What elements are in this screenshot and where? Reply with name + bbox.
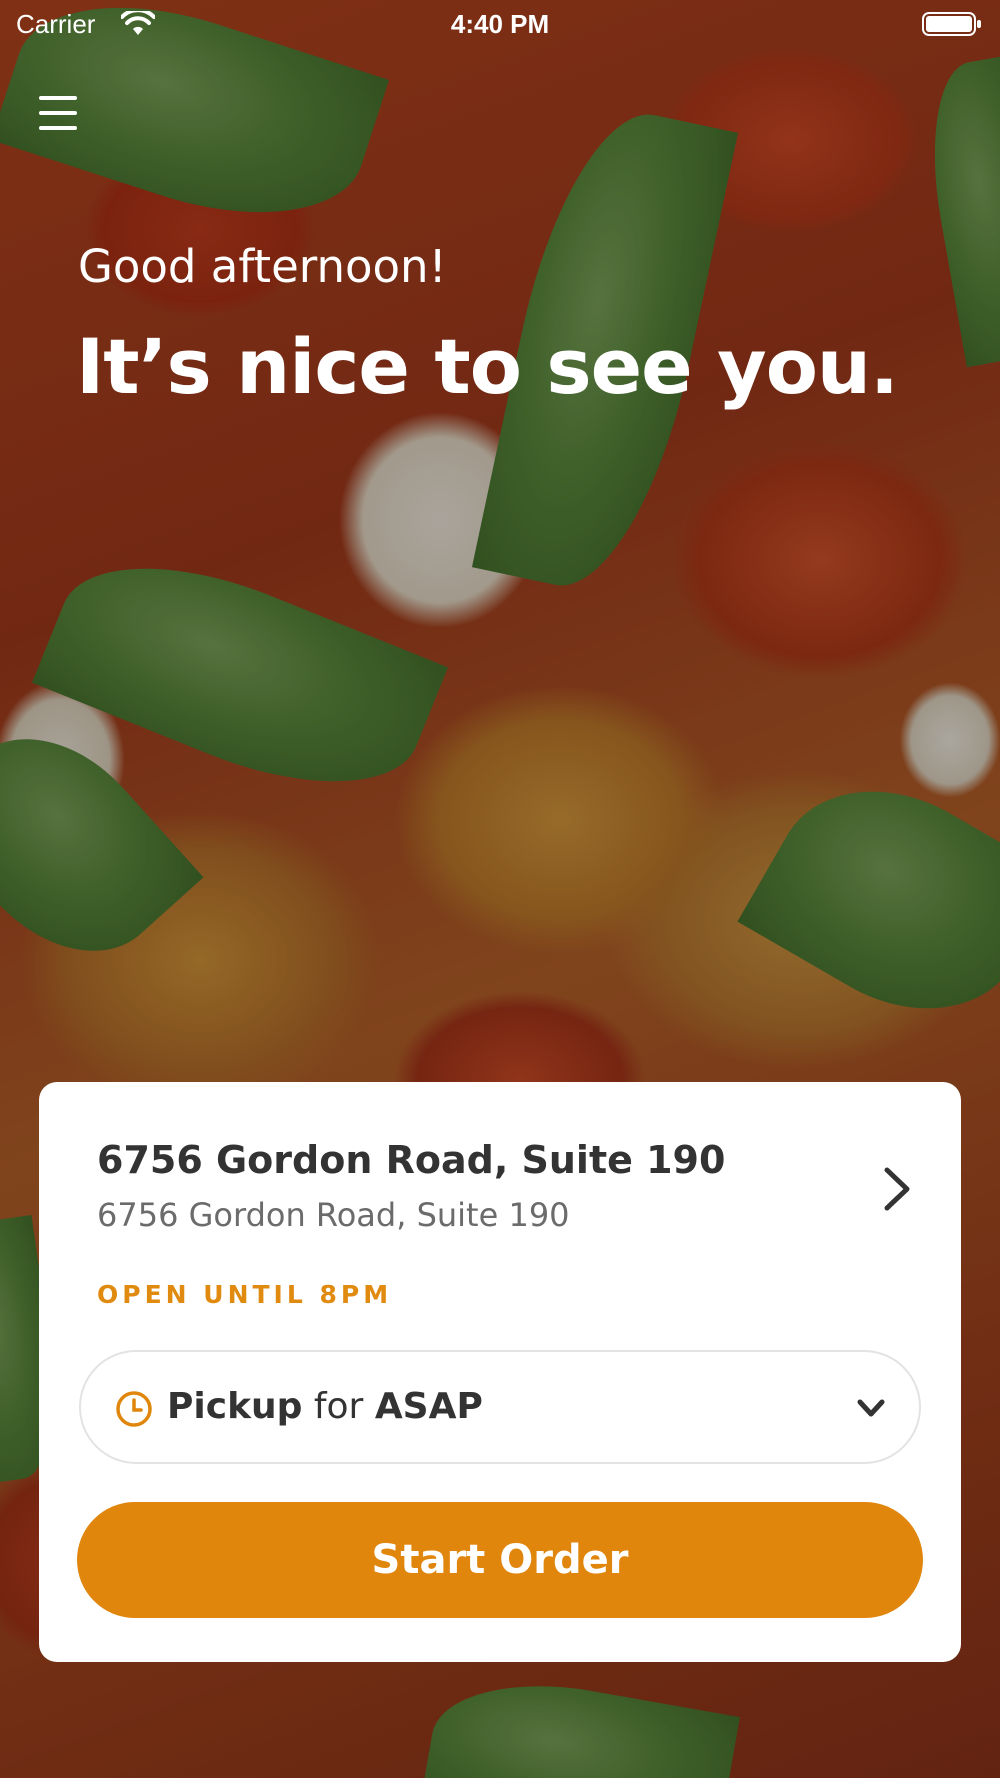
location-card: 6756 Gordon Road, Suite 190 6756 Gordon …: [39, 1082, 961, 1662]
greeting-text: Good afternoon!: [78, 240, 447, 293]
order-mode-text: Pickup for ASAP: [167, 1386, 483, 1427]
order-method: Pickup: [167, 1386, 303, 1427]
start-order-button[interactable]: Start Order: [77, 1502, 923, 1618]
battery-icon: [922, 12, 981, 36]
store-name[interactable]: 6756 Gordon Road, Suite 190: [97, 1138, 725, 1182]
order-connector: for: [313, 1386, 364, 1427]
chevron-right-icon[interactable]: [881, 1164, 913, 1214]
hamburger-menu-icon[interactable]: [32, 90, 84, 136]
order-mode-selector[interactable]: Pickup for ASAP: [79, 1350, 921, 1464]
chevron-down-icon[interactable]: [855, 1396, 887, 1420]
welcome-headline: It’s nice to see you.: [76, 322, 899, 411]
store-address[interactable]: 6756 Gordon Road, Suite 190: [97, 1196, 570, 1234]
status-bar: Carrier 4:40 PM: [0, 0, 1000, 50]
open-hours-status: OPEN UNTIL 8PM: [97, 1280, 393, 1309]
status-time: 4:40 PM: [450, 9, 550, 39]
clock-icon: [116, 1391, 152, 1427]
order-time: ASAP: [374, 1386, 483, 1427]
